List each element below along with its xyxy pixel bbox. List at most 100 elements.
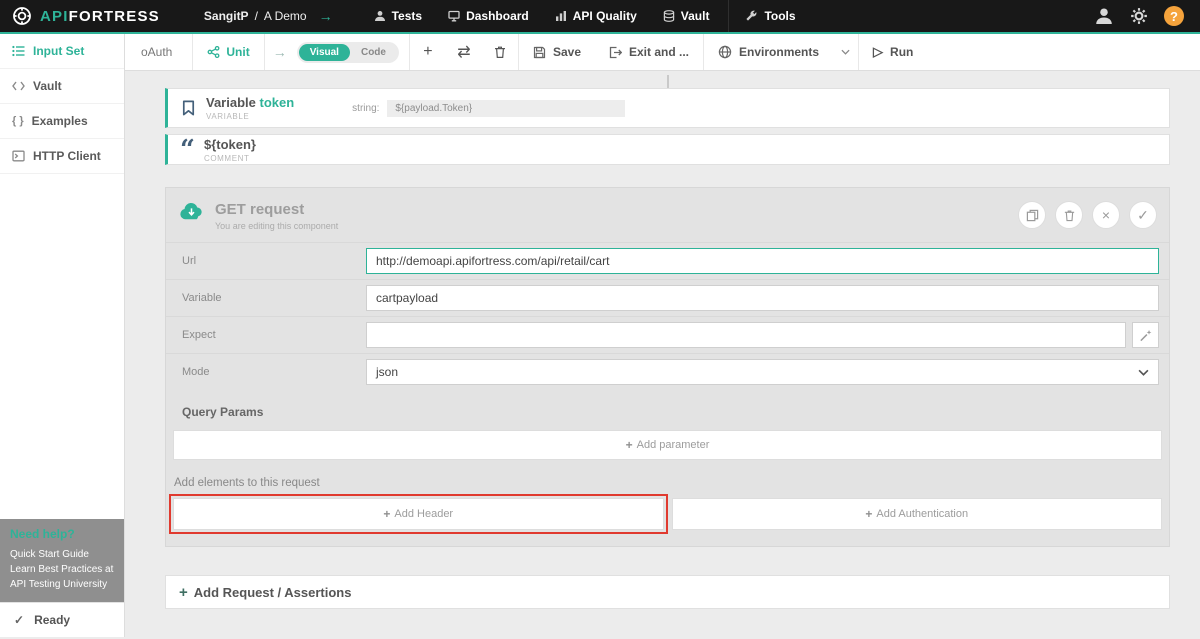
variable-input[interactable] — [366, 285, 1159, 311]
environments-label: Environments — [739, 45, 819, 59]
component-comment[interactable]: “ ${token} COMMENT — [165, 134, 1170, 165]
component-comment-titles: ${token} COMMENT — [204, 137, 256, 163]
variable-string-label: string: — [352, 103, 379, 114]
delete-component-button[interactable] — [1055, 201, 1083, 229]
status-text: Ready — [34, 613, 70, 627]
composer-canvas: Variable token VARIABLE string: ${payloa… — [125, 71, 1200, 637]
editor-actions: × ✓ — [1018, 201, 1157, 229]
help-link-quick-start[interactable]: Quick Start Guide — [10, 547, 114, 562]
nav-tools-label: Tools — [764, 9, 795, 23]
chevron-down-icon — [1138, 369, 1149, 376]
plus-icon: + — [383, 507, 390, 521]
expect-input[interactable] — [366, 322, 1126, 348]
breadcrumb: SangitP / A Demo → — [204, 8, 333, 24]
delete-button[interactable] — [482, 34, 518, 70]
run-label: Run — [890, 45, 913, 59]
need-help-title[interactable]: Need help? — [10, 527, 114, 541]
top-navigation-bar: APIFORTRESS SangitP / A Demo → Tests Das… — [0, 0, 1200, 34]
nav-api-quality[interactable]: API Quality — [542, 0, 650, 32]
add-header-button[interactable]: + Add Header — [173, 498, 664, 530]
nav-tools[interactable]: Tools — [729, 0, 811, 32]
breadcrumb-user[interactable]: SangitP — [204, 9, 249, 23]
sidebar-item-input-set[interactable]: Input Set — [0, 34, 124, 69]
field-row-mode: Mode json — [166, 353, 1169, 390]
sidebar-item-http-client[interactable]: HTTP Client — [0, 139, 124, 174]
nav-tests-label: Tests — [392, 9, 422, 23]
editor-header: GET request You are editing this compone… — [166, 188, 1169, 242]
cancel-edit-button[interactable]: × — [1092, 201, 1120, 229]
add-component-button[interactable]: + — [410, 34, 446, 70]
editor-subtitle: You are editing this component — [215, 221, 1018, 231]
save-button[interactable]: Save — [519, 34, 595, 70]
environments-button[interactable]: Environments — [704, 34, 833, 70]
reorder-icon[interactable]: ⇄ — [446, 34, 482, 70]
brand[interactable]: APIFORTRESS — [0, 0, 172, 32]
add-header-label: Add Header — [394, 508, 453, 520]
variable-field-label: Variable — [166, 292, 366, 304]
cloud-download-icon — [178, 201, 205, 222]
nav-tests[interactable]: Tests — [361, 0, 435, 32]
add-authentication-label: Add Authentication — [876, 508, 968, 520]
expect-field-label: Expect — [166, 329, 366, 341]
url-field-label: Url — [166, 255, 366, 267]
terminal-icon — [12, 150, 25, 162]
braces-icon: { } — [12, 115, 24, 127]
help-icon[interactable]: ? — [1164, 6, 1184, 26]
save-icon — [533, 46, 546, 59]
sidebar-item-examples[interactable]: { } Examples — [0, 104, 124, 139]
get-request-editor: GET request You are editing this compone… — [165, 187, 1170, 547]
breadcrumb-project[interactable]: A Demo — [264, 9, 307, 23]
exit-icon — [609, 46, 622, 59]
share-icon — [207, 46, 220, 58]
arrow-right-icon: → — [273, 44, 287, 60]
query-params-heading: Query Params — [182, 405, 1169, 419]
unit-selector[interactable]: Unit — [193, 34, 263, 70]
component-variable-titles: Variable token VARIABLE — [206, 95, 294, 121]
exit-button[interactable]: Exit and ... — [595, 34, 703, 70]
field-row-url: Url — [166, 242, 1169, 279]
apifortress-logo-icon — [12, 6, 32, 26]
add-request-assertions-button[interactable]: + Add Request / Assertions — [165, 575, 1170, 609]
left-sidebar: Input Set Vault { } Examples HTTP Client… — [0, 34, 125, 637]
list-icon — [12, 45, 25, 57]
nav-dashboard[interactable]: Dashboard — [435, 0, 542, 32]
check-icon: ✓ — [14, 613, 24, 627]
sidebar-item-label: Examples — [32, 114, 88, 128]
wrench-icon — [745, 10, 758, 23]
component-comment-type: COMMENT — [204, 154, 256, 163]
component-variable-type: VARIABLE — [206, 112, 294, 121]
mode-select[interactable]: json — [366, 359, 1159, 385]
view-mode-toggle: Visual Code — [297, 42, 399, 63]
add-request-assertions-label: Add Request / Assertions — [194, 585, 352, 600]
toggle-visual[interactable]: Visual — [299, 44, 350, 61]
duplicate-button[interactable] — [1018, 201, 1046, 229]
sidebar-item-vault[interactable]: Vault — [0, 69, 124, 104]
nav-vault[interactable]: Vault — [650, 0, 723, 32]
person-icon — [374, 10, 386, 22]
tab-oauth[interactable]: oAuth — [125, 34, 192, 70]
brand-api: API — [40, 8, 69, 25]
url-input[interactable] — [366, 248, 1159, 274]
environments-dropdown[interactable] — [833, 34, 858, 70]
add-authentication-button[interactable]: + Add Authentication — [672, 498, 1163, 530]
toggle-code[interactable]: Code — [350, 44, 397, 61]
help-link-university[interactable]: API Testing University — [10, 577, 114, 592]
help-link-best-practices[interactable]: Learn Best Practices at — [10, 562, 114, 577]
toolbar-divider — [264, 34, 265, 70]
user-avatar-icon[interactable] — [1094, 6, 1114, 26]
confirm-edit-button[interactable]: ✓ — [1129, 201, 1157, 229]
component-variable[interactable]: Variable token VARIABLE string: ${payloa… — [165, 88, 1170, 128]
field-row-variable: Variable — [166, 279, 1169, 316]
run-button[interactable]: ▷ Run — [859, 34, 927, 70]
expect-magic-button[interactable] — [1132, 322, 1159, 348]
add-parameter-button[interactable]: + Add parameter — [173, 430, 1162, 460]
wand-icon — [1139, 329, 1152, 342]
nav-api-quality-label: API Quality — [573, 9, 637, 23]
variable-string-value[interactable]: ${payload.Token} — [387, 100, 625, 117]
gear-icon[interactable] — [1130, 7, 1148, 25]
bar-chart-icon — [555, 10, 567, 22]
close-icon: × — [1102, 207, 1110, 223]
sidebar-item-label: Input Set — [33, 44, 84, 58]
database-icon — [663, 10, 675, 22]
play-icon: ▷ — [873, 44, 883, 60]
